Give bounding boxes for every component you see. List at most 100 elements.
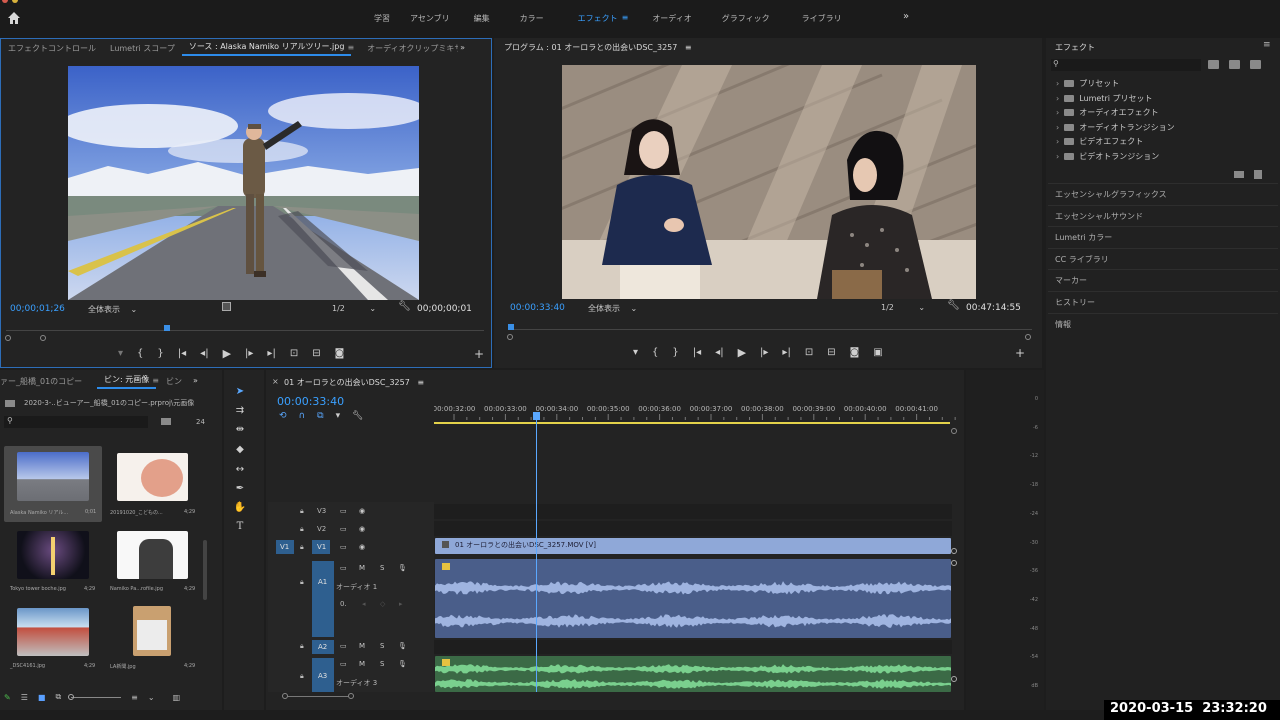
timeline-close-icon[interactable]: × <box>272 377 279 386</box>
step-back-icon[interactable]: ◂| <box>200 348 208 359</box>
workspace-tab-4[interactable]: エフェクト <box>574 13 622 27</box>
lift-icon[interactable]: ⊡ <box>805 347 813 358</box>
toggle-output-icon[interactable]: ▭ <box>340 642 347 650</box>
eye-icon[interactable]: ◉ <box>359 525 365 533</box>
eye-icon[interactable]: ◉ <box>359 507 365 515</box>
add-marker-icon[interactable]: ▾ <box>336 411 341 421</box>
project-search-input[interactable]: ⚲ <box>4 416 148 428</box>
panel-section-5[interactable]: ヒストリー <box>1055 297 1095 308</box>
settings-icon[interactable] <box>222 302 231 311</box>
slip-tool-icon[interactable]: ↔ <box>233 464 247 475</box>
timeline-v-scroll-handle[interactable] <box>951 428 957 434</box>
delete-icon[interactable] <box>1254 170 1262 179</box>
program-title[interactable]: プログラム : 01 オーロラとの出会いDSC_3257 ≡ <box>504 42 692 53</box>
new-bin-icon[interactable] <box>1234 171 1244 178</box>
add-marker-icon[interactable]: ▾ <box>633 347 638 358</box>
zoom-handle-right[interactable] <box>1025 334 1031 340</box>
a1-volume-value[interactable]: 0. <box>340 600 347 608</box>
clip-end-handle[interactable] <box>951 548 957 554</box>
panel-section-1[interactable]: エッセンシャルサウンド <box>1055 211 1143 222</box>
panel-section-6[interactable]: 情報 <box>1055 319 1071 330</box>
add-button-icon[interactable]: + <box>1015 346 1025 360</box>
pencil-icon[interactable]: ✎ <box>4 693 11 702</box>
selection-tool-icon[interactable]: ➤ <box>233 386 247 397</box>
effects-title[interactable]: エフェクト <box>1055 42 1095 53</box>
workspace-tab-5[interactable]: オーディオ <box>648 13 695 27</box>
thumbnail-kodomo[interactable] <box>117 453 188 501</box>
panel-menu-icon[interactable]: ≡ <box>417 379 424 387</box>
linked-selection-icon[interactable]: ⧉ <box>317 411 323 421</box>
tab-lumetri-scopes[interactable]: Lumetri スコープ <box>103 43 182 54</box>
thumbnail-size-slider[interactable] <box>68 693 122 700</box>
track-a1-source-patch[interactable] <box>312 561 334 637</box>
source-timecode[interactable]: 00;00;01;26 <box>10 304 65 314</box>
panel-menu-icon[interactable]: ≡ <box>685 44 692 52</box>
effects-folder-2[interactable]: › オーディオエフェクト <box>1056 107 1159 118</box>
mute-icon[interactable]: M <box>359 642 365 650</box>
nest-sequence-icon[interactable]: ⟲ <box>279 411 287 421</box>
minimize-dot[interactable] <box>12 0 18 3</box>
panel-section-2[interactable]: Lumetri カラー <box>1055 232 1112 243</box>
step-back-icon[interactable]: ◂| <box>715 347 723 358</box>
work-area-bar[interactable] <box>434 422 950 424</box>
panel-section-0[interactable]: エッセンシャルグラフィックス <box>1055 189 1167 200</box>
chevron-right-icon[interactable]: › <box>1056 152 1059 161</box>
more-tabs-icon[interactable]: » <box>193 377 198 385</box>
effects-folder-1[interactable]: › Lumetri プリセット <box>1056 93 1153 104</box>
more-workspaces-icon[interactable]: » <box>903 11 909 22</box>
tab-audio-clip-mixer[interactable]: オーディオクリップミキサ <box>360 43 458 54</box>
more-tabs-icon[interactable]: » <box>460 44 465 52</box>
step-forward-icon[interactable]: |▸ <box>245 348 253 359</box>
accelerated-effects-icon[interactable] <box>1208 60 1219 69</box>
pen-tool-icon[interactable]: ✒ <box>233 483 247 494</box>
panel-section-3[interactable]: CC ライブラリ <box>1055 254 1109 265</box>
playhead-line[interactable] <box>536 412 537 692</box>
panel-section-4[interactable]: マーカー <box>1055 275 1087 286</box>
workspace-tab-0[interactable]: 学習 <box>370 13 394 27</box>
window-controls[interactable] <box>0 0 20 4</box>
zoom-handle-right[interactable] <box>40 335 46 341</box>
new-bin-icon[interactable] <box>161 418 171 425</box>
timeline-timecode[interactable]: 00:00:33:40 <box>277 395 344 408</box>
yuv-effects-icon[interactable] <box>1250 60 1261 69</box>
go-to-in-icon[interactable]: |◂ <box>178 348 186 359</box>
comparison-view-icon[interactable]: ▣ <box>873 347 882 358</box>
automate-icon[interactable]: ▥ <box>173 693 181 702</box>
extract-icon[interactable]: ⊟ <box>827 347 835 358</box>
program-zoom-bar[interactable] <box>507 334 1035 340</box>
mic-icon[interactable]: 🎙︎ <box>398 642 407 650</box>
toggle-sync-lock-icon[interactable]: ▭ <box>340 543 347 551</box>
v2-track-lane[interactable] <box>434 521 952 536</box>
mark-out-icon[interactable]: } <box>157 348 163 359</box>
close-dot[interactable] <box>2 0 8 3</box>
camera-icon[interactable]: ◙ <box>850 347 860 358</box>
32bit-effects-icon[interactable] <box>1229 60 1240 69</box>
track-lock-icon[interactable]: 🔒︎ <box>300 642 304 651</box>
solo-icon[interactable]: S <box>380 642 384 650</box>
mark-in-icon[interactable]: { <box>137 348 143 359</box>
program-timecode[interactable]: 00:00:33:40 <box>510 303 565 313</box>
track-lock-icon[interactable]: 🔒︎ <box>300 525 304 534</box>
toggle-sync-lock-icon[interactable]: ▭ <box>340 507 347 515</box>
razor-tool-icon[interactable]: ◆ <box>233 444 247 455</box>
track-lock-icon[interactable]: 🔒︎ <box>300 543 304 552</box>
mic-icon[interactable]: 🎙︎ <box>398 660 407 668</box>
solo-icon[interactable]: S <box>380 660 384 668</box>
a1-audio-clip[interactable] <box>435 559 951 638</box>
source-zoom-bar[interactable] <box>5 335 485 341</box>
program-zoom-select[interactable]: 全体表示 ⌄ <box>588 303 637 314</box>
snap-icon[interactable]: ∩ <box>299 411 306 421</box>
chevron-right-icon[interactable]: › <box>1056 108 1059 117</box>
tab-bin[interactable]: ビン <box>159 376 189 387</box>
zoom-handle-left[interactable] <box>507 334 513 340</box>
clip-end-handle[interactable] <box>951 560 957 566</box>
mute-icon[interactable]: M <box>359 564 365 572</box>
eye-icon[interactable]: ◉ <box>359 543 365 551</box>
workspace-tab-2[interactable]: 編集 <box>470 13 494 27</box>
chevron-right-icon[interactable]: › <box>1056 123 1059 132</box>
panel-menu-icon[interactable]: ≡ <box>1263 40 1271 50</box>
toggle-sync-lock-icon[interactable]: ▭ <box>340 525 347 533</box>
go-to-in-icon[interactable]: |◂ <box>693 347 701 358</box>
program-resolution-select[interactable]: 1/2 ⌄ <box>881 303 925 312</box>
source-video-frame[interactable] <box>68 66 419 300</box>
